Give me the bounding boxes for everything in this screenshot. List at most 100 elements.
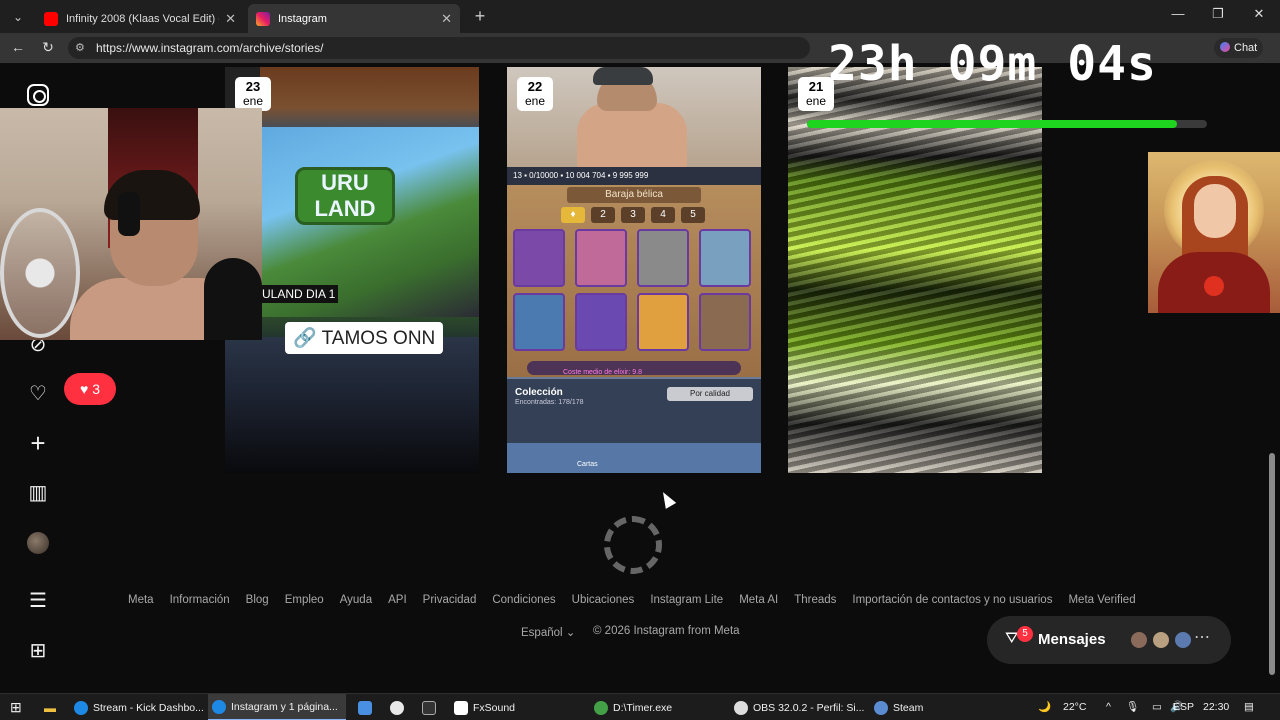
story-date-badge: 23 ene [235,77,271,111]
link-icon: 🔗 [293,328,317,349]
taskbar-item[interactable]: OBS 32.0.2 - Perfil: Si... [730,694,868,720]
footer-link[interactable]: Meta [128,594,154,606]
chat-button[interactable]: Chat [1214,38,1264,58]
footer-link[interactable]: Threads [794,594,836,606]
card [699,229,751,287]
new-tab-icon[interactable]: + [470,6,490,27]
edge-icon [74,700,88,715]
copyright: © 2026 Instagram from Meta [593,625,740,637]
weather-icon[interactable]: 🌙 [1038,694,1051,720]
chrome-icon[interactable] [386,694,413,720]
taskbar-item[interactable]: Instagram y 1 página... [208,694,346,720]
card [699,293,751,351]
site-info-icon[interactable]: ⚙ [75,41,85,54]
footer-link[interactable]: Ayuda [340,594,372,606]
avatar [1173,630,1193,650]
mouse-cursor-icon [657,489,677,509]
card [637,293,689,351]
heart-icon[interactable]: ♡ [25,381,51,407]
tab-search-dropdown-icon[interactable]: ⌄ [8,8,28,26]
close-tab-icon[interactable]: ✕ [225,11,236,27]
footer-link[interactable]: Privacidad [423,594,477,606]
windows-taskbar: ⊞ ▬ Stream - Kick Dashbo... Instagram y … [0,693,1280,720]
footer-link[interactable]: Empleo [285,594,324,606]
story-link-sticker[interactable]: 🔗 TAMOS ONN [285,322,444,354]
reload-icon[interactable]: ↻ [38,39,58,56]
notification-bubble[interactable]: ♥ 3 [64,373,116,405]
maximize-icon[interactable]: ❐ [1203,6,1233,22]
chevron-up-icon[interactable]: ^ [1106,694,1111,720]
instagram-favicon [256,11,270,26]
taskbar-item[interactable]: FxSound [450,694,519,720]
mail-icon[interactable] [354,694,381,720]
more-icon: ⋯ [1194,629,1210,646]
fxsound-icon [454,700,468,715]
footer-link[interactable]: Blog [246,594,269,606]
weather-temp[interactable]: 22°C [1063,694,1086,720]
timer-icon [594,700,608,715]
avatar [1129,630,1149,650]
battle-deck: Baraja bélica ♦ 2 3 4 5 Coste medio de e… [507,185,761,377]
microphone-icon[interactable]: 🎙 [1126,694,1139,720]
minimize-icon[interactable]: — [1163,6,1193,21]
timer-progress-bar [807,120,1207,128]
back-icon[interactable]: ← [8,39,28,55]
instagram-icon[interactable] [25,82,51,108]
saint-sticker-image [1148,152,1280,313]
fan-icon [0,208,80,338]
windows-start-icon[interactable]: ⊞ [6,694,26,720]
close-window-icon[interactable]: ✕ [1244,6,1274,22]
game-logo: URU LAND [295,167,395,225]
messages-badge: 5 [1017,626,1033,642]
story-date-badge: 22 ene [517,77,553,111]
menu-icon[interactable]: ☰ [25,588,51,614]
tab-instagram[interactable]: Instagram ✕ [248,4,460,33]
footer-link[interactable]: Importación de contactos y no usuarios [852,594,1052,606]
wifi-icon[interactable]: ▭ [1152,694,1162,720]
terminal-icon[interactable] [418,694,445,720]
footer-link[interactable]: Ubicaciones [572,594,635,606]
address-bar[interactable]: ⚙ https://www.instagram.com/archive/stor… [68,37,810,59]
footer-link[interactable]: Información [170,594,230,606]
close-tab-icon[interactable]: ✕ [441,11,452,27]
microphone-icon [204,258,262,340]
footer-link[interactable]: API [388,594,407,606]
messages-button[interactable]: ⛛ 5 Mensajes ⋯ [987,616,1231,664]
chevron-down-icon: ⌄ [565,627,576,639]
clock[interactable]: 22:30 [1203,694,1229,720]
notifications-icon[interactable]: ▤ [1244,694,1254,720]
insights-icon[interactable]: ▥ [25,480,51,506]
footer-links: Meta Información Blog Empleo Ayuda API P… [128,594,1152,606]
language-selector[interactable]: Español ⌄ [521,625,575,639]
copilot-icon [1220,42,1230,52]
webcam-overlay [0,108,262,340]
timer-progress-fill [807,120,1177,128]
card [575,229,627,287]
taskbar-item[interactable]: D:\Timer.exe [590,694,676,720]
card [513,229,565,287]
language-indicator[interactable]: ESP [1173,694,1194,720]
footer-link[interactable]: Instagram Lite [650,594,723,606]
story-archive-item[interactable]: 13 ▪ 0/10000 ▪ 10 004 704 ▪ 9 995 999 Ba… [507,67,761,473]
file-explorer-icon[interactable]: ▬ [40,694,60,720]
taskbar-item[interactable]: Stream - Kick Dashbo... [70,694,204,720]
story-overlay-text: ULAND DIA 1 [259,285,339,303]
card [513,293,565,351]
profile-avatar[interactable] [27,532,49,554]
tab-youtube[interactable]: Infinity 2008 (Klaas Vocal Edit) - Yo ✕ [36,4,244,33]
edge-icon [212,699,226,714]
footer-link[interactable]: Condiciones [492,594,555,606]
footer-link[interactable]: Meta AI [739,594,778,606]
card [637,229,689,287]
story-archive-item[interactable]: URU LAND ULAND DIA 1 🔗 TAMOS ONN 23 ene [225,67,479,473]
footer-link[interactable]: Meta Verified [1068,594,1135,606]
taskbar-item[interactable]: Steam [870,694,927,720]
youtube-icon [44,11,58,26]
url-text: https://www.instagram.com/archive/storie… [96,41,324,55]
create-icon[interactable]: + [25,430,51,456]
steam-icon [874,700,888,715]
loading-spinner-icon [604,516,662,574]
more-apps-icon[interactable]: ⊞ [25,638,51,664]
headset-icon [118,192,140,236]
browser-tab-bar: ⌄ Infinity 2008 (Klaas Vocal Edit) - Yo … [0,0,1280,33]
